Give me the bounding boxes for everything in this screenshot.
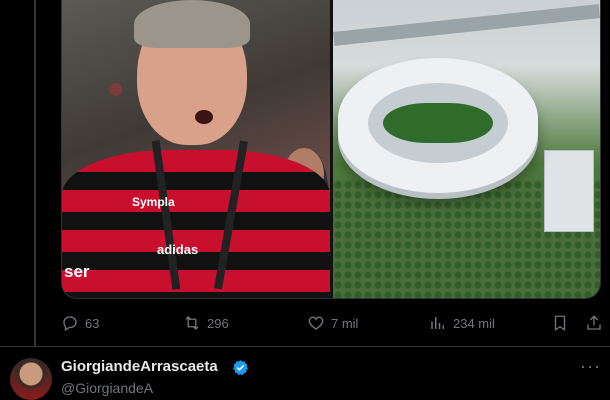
jersey-brand-text: adidas [157,242,199,257]
views-count: 234 mil [453,315,495,331]
striped-jersey [62,150,330,298]
reply-icon [63,316,77,331]
handle[interactable]: @GiorgiandeA [61,380,153,396]
left-rail [0,0,60,346]
jersey-sponsor-text: Sympla [132,195,175,209]
reply-button[interactable]: 63 [61,306,99,340]
repost-count: 296 [207,315,229,331]
verified-badge-icon [233,360,248,376]
more-options-icon[interactable]: ··· [580,356,601,377]
stadium-pitch [383,103,493,143]
views-button[interactable]: 234 mil [429,306,495,340]
views-icon [431,317,444,329]
like-button[interactable]: 7 mil [307,306,358,340]
person-hair [134,0,250,48]
display-name[interactable]: GiorgiandeArrascaeta [61,358,218,375]
repost-button[interactable]: 296 [183,306,229,340]
repost-icon [185,316,199,330]
jersey-chest-text: ser [64,262,90,281]
building [544,150,594,232]
share-button[interactable] [585,306,603,340]
like-count: 7 mil [331,315,359,331]
media-photo-person[interactable]: Sympla adidas ser [62,0,330,298]
avatar[interactable] [10,358,52,400]
tweet-action-bar: 63 296 7 mil 234 mil [61,306,601,340]
next-tweet[interactable]: GiorgiandeArrascaeta @GiorgiandeA ··· [0,347,610,400]
media-photo-stadium[interactable] [333,0,600,298]
bookmark-icon [554,315,566,332]
share-icon [587,315,601,330]
stadium [338,58,538,193]
thread-line [34,0,36,346]
heart-icon [308,316,324,330]
person-mouth [195,110,213,124]
tweet-media[interactable]: Sympla adidas ser [61,0,601,299]
bookmark-button[interactable] [551,306,569,340]
reply-count: 63 [85,315,100,331]
